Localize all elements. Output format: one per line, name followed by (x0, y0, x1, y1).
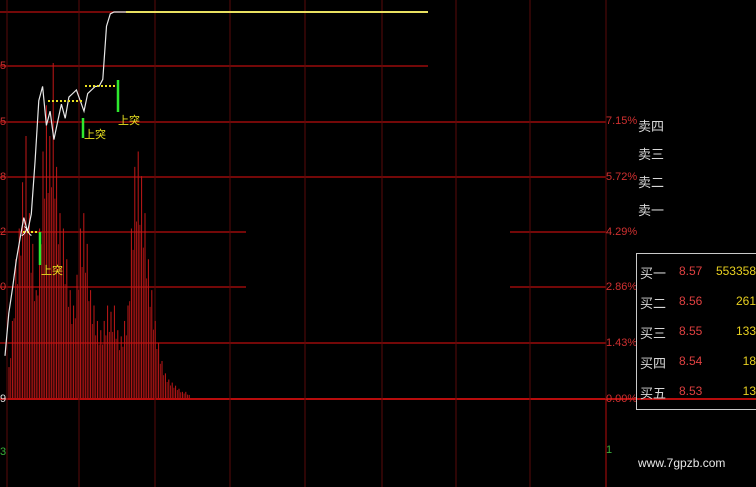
ask-level-label: 卖一 (638, 204, 665, 219)
bid-level-volume: 13 (742, 384, 756, 398)
left-axis-label: 0 (0, 281, 7, 293)
signal-label-breakout: 上突 (118, 114, 140, 127)
signal-label-breakout: 上突 (84, 128, 106, 141)
signal-label-breakout: 上突 (41, 264, 63, 277)
right-axis-label: 4.29% (606, 226, 638, 238)
right-axis-label: 0.00% (606, 393, 638, 405)
ask-level-label: 卖四 (638, 120, 665, 135)
bid-level-price: 8.54 (679, 354, 703, 368)
right-axis-label: 5.72% (606, 171, 638, 183)
bid-level-label: 买二 (640, 297, 667, 312)
bid-level-price: 8.56 (679, 294, 703, 308)
bid-level-price: 8.53 (679, 384, 703, 398)
watermark: www.7gpzb.com (638, 456, 726, 470)
left-axis-label: 2 (0, 226, 7, 238)
left-axis-label: 9 (0, 393, 7, 405)
left-axis-label: 8 (0, 171, 7, 183)
right-axis-label: 2.86% (606, 281, 638, 293)
ask-level-label: 卖二 (638, 176, 665, 191)
bid-level-volume: 18 (742, 354, 756, 368)
volume-bars (8, 63, 190, 398)
left-axis-label: 5 (0, 116, 7, 128)
ask-level-label: 卖三 (638, 148, 665, 163)
bid-level-label: 买三 (640, 327, 667, 342)
left-axis-label: 5 (0, 60, 7, 72)
signal-marks (23, 80, 120, 265)
right-axis-label: 1 (606, 444, 613, 456)
bid-level-label: 买一 (640, 267, 667, 282)
bid-level-label: 买五 (640, 387, 667, 402)
bid-level-label: 买四 (640, 357, 667, 372)
intraday-chart-screen: 7.15% 5.72% 4.29% 2.86% 1.43% 0.00% 1 5582093 … (0, 0, 756, 487)
bid-level-volume: 261 (735, 294, 756, 308)
chart-grid (0, 0, 756, 487)
bid-level-volume: 553358 (715, 264, 756, 278)
right-axis-label: 1.43% (606, 337, 638, 349)
signal-label-entry: 入 (21, 225, 32, 238)
intraday-chart (0, 0, 756, 487)
right-axis-label: 7.15% (606, 115, 638, 127)
bid-level-volume: 133 (735, 324, 756, 338)
bid-level-price: 8.57 (679, 264, 703, 278)
left-axis-label: 3 (0, 446, 7, 458)
bid-level-price: 8.55 (679, 324, 703, 338)
price-line-group (4, 11, 428, 356)
